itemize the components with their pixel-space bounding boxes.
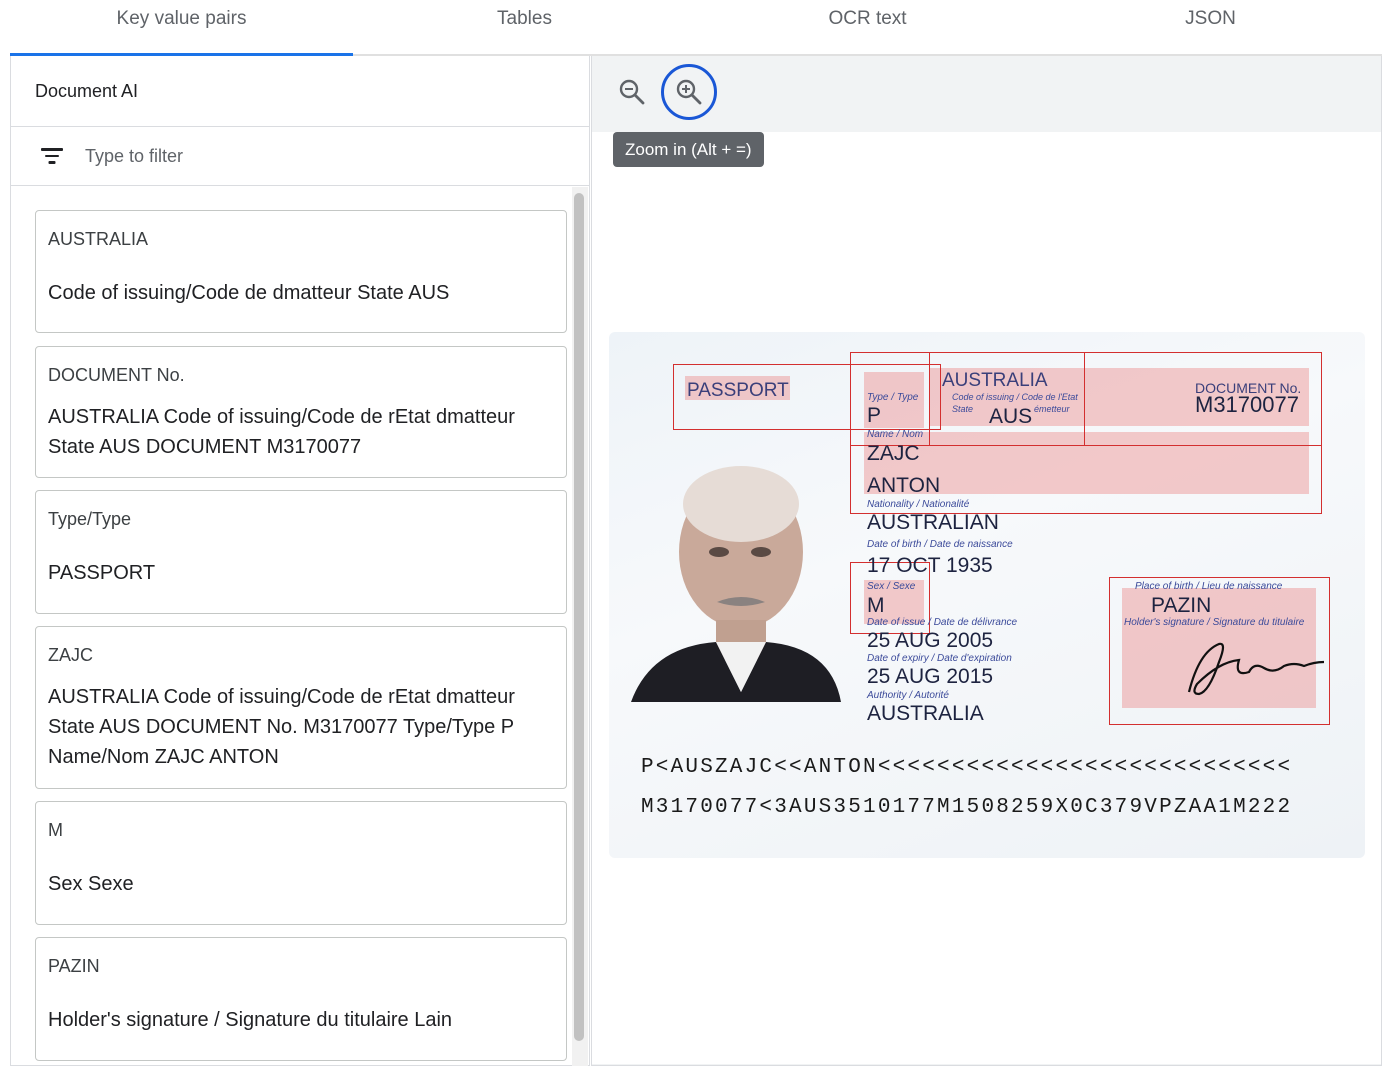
passport-image: PASSPORT Type / Type P AUSTRALIA Code of…	[609, 332, 1365, 858]
mrz-line-2: M3170077<3AUS3510177M1508259X0C379VPZAA1…	[641, 796, 1293, 819]
expiry-date: 25 AUG 2015	[867, 665, 994, 688]
mrz-line-1: P<AUSZAJC<<ANTON<<<<<<<<<<<<<<<<<<<<<<<<…	[641, 756, 1293, 779]
document-viewer: PASSPORT Type / Type P AUSTRALIA Code of…	[591, 56, 1382, 1066]
document-canvas[interactable]: PASSPORT Type / Type P AUSTRALIA Code of…	[592, 132, 1381, 1064]
state-caption: State	[952, 404, 974, 414]
key-value-card[interactable]: M Sex Sexe	[35, 801, 567, 925]
card-value: Sex Sexe	[48, 873, 134, 895]
authority-caption: Authority / Autorité	[867, 690, 949, 701]
zoom-out-button[interactable]	[604, 64, 660, 120]
name-caption: Name / Nom	[867, 429, 924, 440]
document-no-value: M3170077	[1195, 392, 1299, 417]
issue-date: 25 AUG 2005	[867, 629, 994, 652]
dob-caption: Date of birth / Date de naissance	[867, 539, 1013, 550]
issue-caption: Date of issue / Date de délivrance	[867, 617, 1018, 628]
nationality-caption: Nationality / Nationalité	[867, 499, 970, 510]
key-value-card[interactable]: PAZIN Holder's signature / Signature du …	[35, 937, 567, 1061]
dob: 17 OCT 1935	[867, 554, 993, 577]
card-key: AUSTRALIA	[48, 229, 149, 249]
pob-caption: Place of birth / Lieu de naissance	[1135, 581, 1283, 592]
pob: PAZIN	[1151, 594, 1212, 617]
card-value: Holder's signature / Signature du titula…	[48, 1009, 453, 1031]
signature-caption: Holder's signature / Signature du titula…	[1124, 617, 1305, 628]
tab-bar: Key value pairs Tables OCR text JSON	[10, 0, 1382, 56]
key-value-card[interactable]: AUSTRALIA Code of issuing/Code de dmatte…	[35, 210, 567, 333]
tab-tables[interactable]: Tables	[353, 0, 696, 54]
portrait-photo	[631, 466, 841, 702]
country-label: AUSTRALIA	[942, 370, 1048, 391]
type-value: P	[867, 404, 882, 427]
sex: M	[867, 594, 885, 617]
card-key: ZAJC	[48, 645, 93, 665]
viewer-toolbar	[592, 56, 1381, 132]
key-value-card[interactable]: ZAJC AUSTRALIA Code of issuing/Code de r…	[35, 626, 567, 789]
sex-caption: Sex / Sexe	[867, 581, 916, 592]
filter-icon[interactable]	[41, 148, 63, 164]
type-caption: Type / Type	[867, 392, 919, 403]
card-key: DOCUMENT No.	[48, 365, 185, 385]
key-value-card[interactable]: DOCUMENT No. AUSTRALIA Code of issuing/C…	[35, 346, 567, 478]
nationality: AUSTRALIAN	[867, 511, 999, 534]
card-key: Type/Type	[48, 509, 132, 529]
filter-input[interactable]	[85, 145, 485, 167]
card-value: AUSTRALIA Code of issuing/Code de rEtat …	[48, 406, 515, 458]
card-key: M	[48, 820, 63, 840]
code-caption: Code of issuing / Code de l'Etat	[952, 392, 1078, 402]
key-value-list: AUSTRALIA Code of issuing/Code de dmatte…	[11, 187, 589, 1066]
card-value: AUSTRALIA Code of issuing/Code de rEtat …	[48, 686, 515, 768]
scrollbar-track[interactable]	[572, 187, 588, 1066]
key-value-panel: Document AI AUSTRALIA Code of issuing/Co…	[10, 56, 590, 1066]
card-key: PAZIN	[48, 956, 100, 976]
panel-title: Document AI	[11, 56, 589, 127]
given-name: ANTON	[867, 474, 941, 497]
card-value: PASSPORT	[48, 562, 156, 584]
card-value: Code of issuing/Code de dmatteur State A…	[48, 282, 450, 304]
zoom-in-tooltip: Zoom in (Alt + =)	[613, 132, 764, 167]
expiry-caption: Date of expiry / Date d'expiration	[867, 653, 1012, 664]
tab-key-value-pairs[interactable]: Key value pairs	[10, 0, 353, 56]
tab-ocr-text[interactable]: OCR text	[696, 0, 1039, 54]
zoom-in-icon	[676, 79, 702, 105]
zoom-out-icon	[619, 79, 645, 105]
emetteur-caption: émetteur	[1034, 404, 1070, 414]
zoom-in-button[interactable]	[661, 64, 717, 120]
authority: AUSTRALIA	[867, 702, 984, 725]
state-value: AUS	[989, 405, 1033, 428]
filter-bar	[11, 127, 589, 186]
signature-mark	[1187, 642, 1325, 696]
surname: ZAJC	[867, 442, 920, 465]
scrollbar-thumb[interactable]	[574, 193, 584, 1041]
passport-label: PASSPORT	[687, 380, 789, 401]
key-value-card[interactable]: Type/Type PASSPORT	[35, 490, 567, 614]
tab-json[interactable]: JSON	[1039, 0, 1382, 54]
